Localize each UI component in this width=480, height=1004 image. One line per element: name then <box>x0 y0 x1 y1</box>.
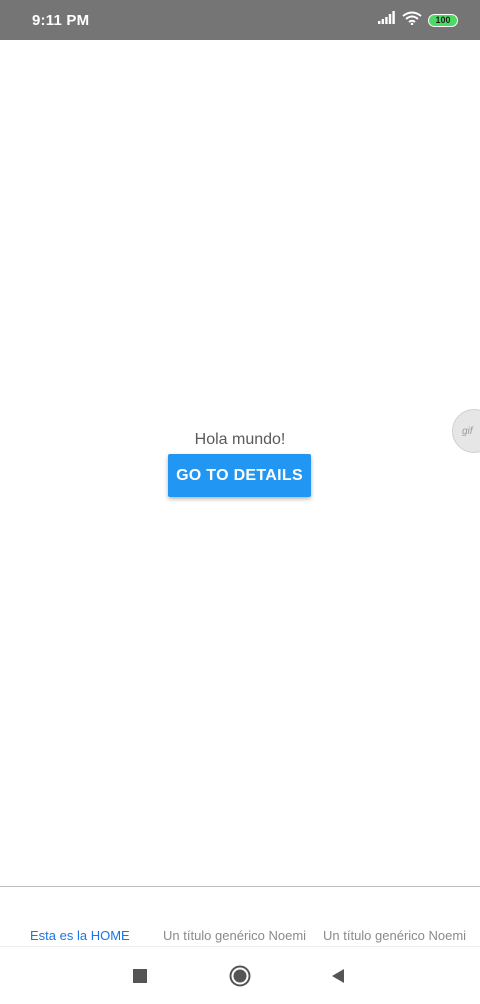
greeting-text: Hola mundo! <box>194 431 286 448</box>
recents-button[interactable] <box>129 965 151 987</box>
signal-icon <box>378 11 396 29</box>
wifi-icon <box>402 11 422 30</box>
status-icons: 100 <box>378 11 458 30</box>
gif-badge-label: gif <box>462 425 473 437</box>
tab-home[interactable]: Esta es la HOME <box>30 928 130 943</box>
back-button[interactable] <box>327 965 349 987</box>
bottom-tab-bar: Esta es la HOME Un título genérico Noemi… <box>0 886 480 946</box>
tab-generic-2[interactable]: Un título genérico Noemi <box>323 928 466 943</box>
main-content: Hola mundo! GO TO DETAILS gif <box>0 40 480 886</box>
tab-generic-1[interactable]: Un título genérico Noemi <box>163 928 306 943</box>
navigation-bar <box>0 946 480 1004</box>
status-time: 9:11 PM <box>32 11 90 29</box>
back-icon <box>332 969 344 983</box>
go-to-details-button[interactable]: GO TO DETAILS <box>168 454 311 497</box>
home-button[interactable] <box>229 965 251 987</box>
status-bar: 9:11 PM 100 <box>0 0 480 40</box>
home-icon <box>229 965 251 987</box>
battery-icon: 100 <box>428 13 458 27</box>
recents-icon <box>133 969 147 983</box>
